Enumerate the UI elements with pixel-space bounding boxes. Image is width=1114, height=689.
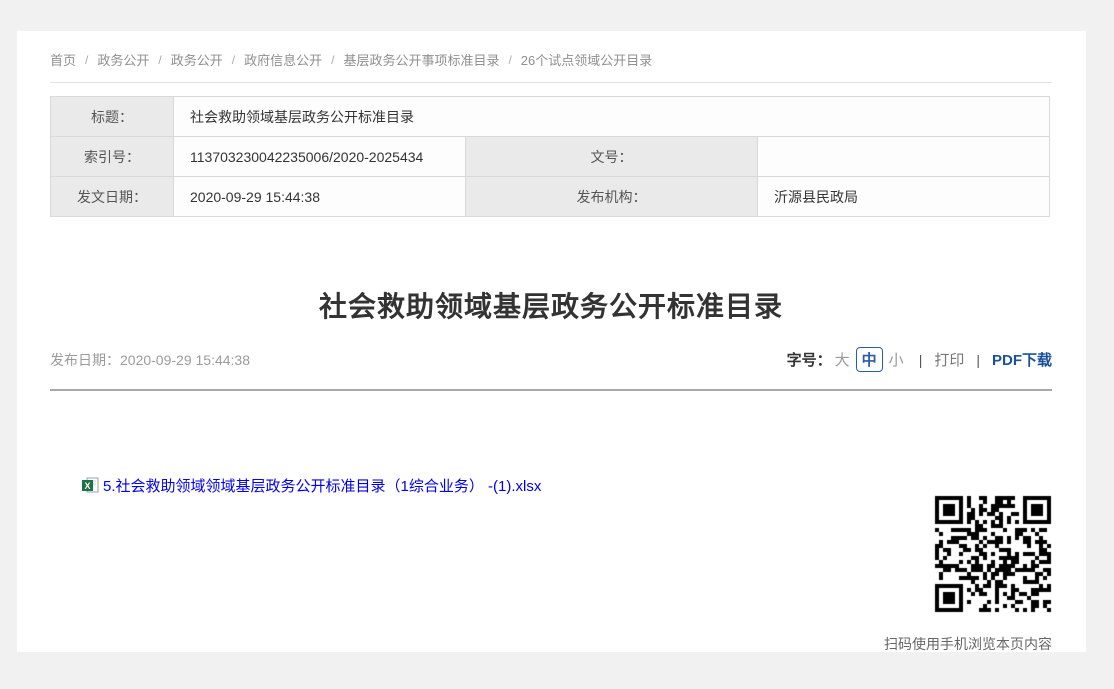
meta-value-issue-date: 2020-09-29 15:44:38 (174, 177, 466, 217)
table-row: 标题： 社会救助领域基层政务公开标准目录 (51, 97, 1050, 137)
content-card: 首页 / 政务公开 / 政务公开 / 政府信息公开 / 基层政务公开事项标准目录… (17, 31, 1086, 652)
breadcrumb-gov-info[interactable]: 政府信息公开 (244, 50, 322, 69)
article-tools: 字号： 大 中 小 | 打印 | PDF下载 (787, 347, 1052, 372)
meta-label-index-number: 索引号： (51, 137, 174, 177)
meta-label-title: 标题： (51, 97, 174, 137)
breadcrumb: 首页 / 政务公开 / 政务公开 / 政府信息公开 / 基层政务公开事项标准目录… (50, 31, 1052, 83)
breadcrumb-current: 26个试点领域公开目录 (521, 50, 652, 69)
table-row: 索引号： 113703230042235006/2020-2025434 文号： (51, 137, 1050, 177)
tool-separator: | (919, 352, 923, 368)
breadcrumb-separator: / (331, 53, 334, 67)
breadcrumb-home[interactable]: 首页 (50, 50, 76, 69)
meta-label-doc-number: 文号： (466, 137, 758, 177)
print-button[interactable]: 打印 (934, 349, 964, 370)
meta-value-issuing-agency: 沂源县民政局 (758, 177, 1050, 217)
meta-label-issuing-agency: 发布机构： (466, 177, 758, 217)
font-size-label: 字号： (787, 349, 832, 370)
qr-block: 扫码使用手机浏览本页内容 (852, 495, 1052, 654)
qr-caption: 扫码使用手机浏览本页内容 (884, 634, 1052, 654)
qr-code (934, 495, 1052, 613)
svg-text:X: X (84, 481, 90, 491)
meta-value-doc-number (758, 137, 1050, 177)
meta-label-issue-date: 发文日期： (51, 177, 174, 217)
article-meta-line: 发布日期：2020-09-29 15:44:38 字号： 大 中 小 | 打印 … (50, 347, 1052, 391)
breadcrumb-separator: / (158, 53, 161, 67)
breadcrumb-standard-catalog[interactable]: 基层政务公开事项标准目录 (343, 50, 499, 69)
tool-separator: | (976, 352, 980, 368)
page-title: 社会救助领域基层政务公开标准目录 (50, 289, 1052, 325)
excel-file-icon: X (82, 477, 99, 494)
attachment-row: X 5.社会救助领域领域基层政务公开标准目录（1综合业务） -(1).xlsx (82, 475, 1052, 495)
table-row: 发文日期： 2020-09-29 15:44:38 发布机构： 沂源县民政局 (51, 177, 1050, 217)
breadcrumb-zwgk-2[interactable]: 政务公开 (171, 50, 223, 69)
font-size-large-button[interactable]: 大 (835, 349, 850, 370)
meta-value-title: 社会救助领域基层政务公开标准目录 (174, 97, 1050, 137)
meta-value-index-number: 113703230042235006/2020-2025434 (174, 137, 466, 177)
breadcrumb-separator: / (508, 53, 511, 67)
font-size-medium-button[interactable]: 中 (856, 347, 883, 372)
publish-date: 发布日期：2020-09-29 15:44:38 (50, 350, 250, 370)
pdf-download-button[interactable]: PDF下载 (992, 349, 1052, 370)
breadcrumb-separator: / (232, 53, 235, 67)
attachment-link[interactable]: 5.社会救助领域领域基层政务公开标准目录（1综合业务） -(1).xlsx (103, 475, 541, 496)
breadcrumb-separator: / (85, 53, 88, 67)
document-meta-table: 标题： 社会救助领域基层政务公开标准目录 索引号： 11370323004223… (50, 96, 1050, 217)
font-size-small-button[interactable]: 小 (889, 349, 904, 370)
breadcrumb-zwgk-1[interactable]: 政务公开 (97, 50, 149, 69)
